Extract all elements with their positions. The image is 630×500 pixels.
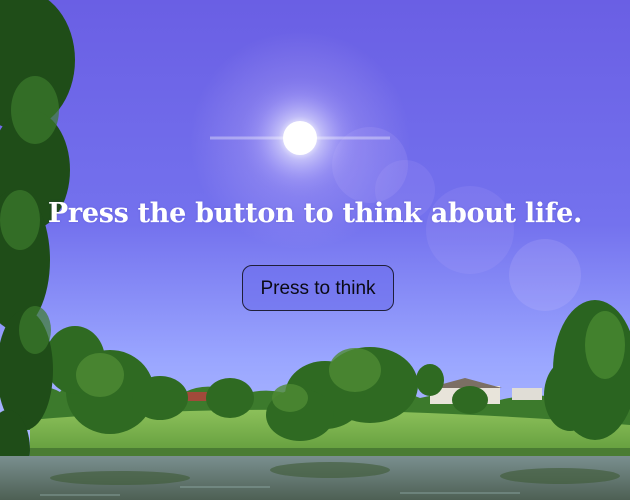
- page-headline: Press the button to think about life.: [47, 198, 583, 229]
- background-scene: [0, 0, 630, 500]
- landscape-photo: [0, 0, 630, 500]
- press-to-think-button[interactable]: Press to think: [242, 265, 394, 311]
